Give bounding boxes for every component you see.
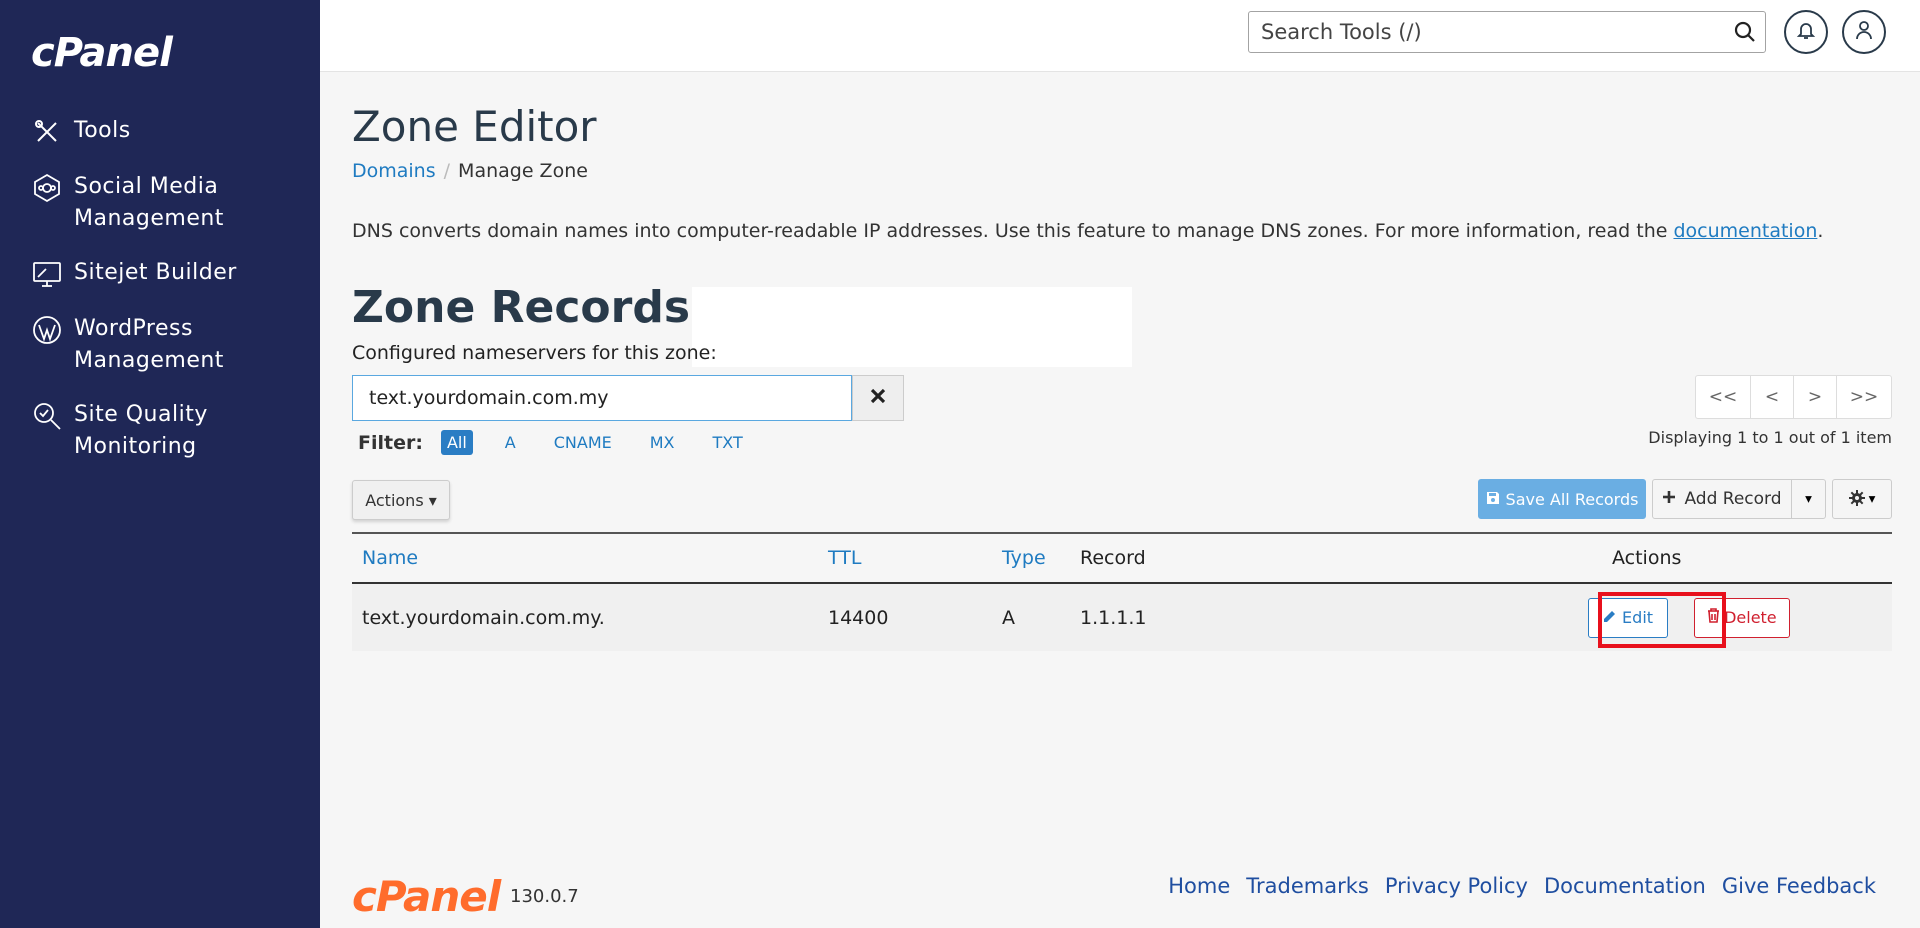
footer-link-trademarks[interactable]: Trademarks [1246, 874, 1369, 898]
tools-icon [30, 115, 64, 149]
add-record-type-dropdown[interactable]: ▾ [1792, 479, 1826, 519]
trash-icon [1707, 608, 1720, 627]
wordpress-icon [30, 313, 64, 347]
caret-down-icon: ▾ [1868, 491, 1876, 506]
add-record-button[interactable]: Add Record [1652, 479, 1792, 519]
sidebar-item-label: Site Quality Monitoring [74, 402, 208, 459]
bulk-actions-dropdown[interactable]: Actions ▾ [352, 480, 450, 520]
description-text: DNS converts domain names into computer-… [352, 220, 1674, 242]
footer-cpanel-logo: cPanel [352, 872, 501, 921]
plus-icon [1662, 489, 1676, 509]
table-header-row: Name TTL Type Record Actions [352, 532, 1892, 584]
record-ttl: 14400 [818, 583, 992, 651]
prev-page-button[interactable]: < [1750, 375, 1794, 419]
edit-label: Edit [1622, 608, 1654, 627]
nameservers-label: Configured nameservers for this zone: [352, 342, 717, 364]
record-actions: Edit Delete [1588, 583, 1892, 651]
record-name: text.yourdomain.com.my. [352, 583, 818, 651]
search-box [1248, 11, 1766, 53]
sitejet-icon [30, 257, 64, 291]
save-all-records-button[interactable]: Save All Records [1478, 479, 1646, 519]
filter-txt[interactable]: TXT [707, 430, 749, 455]
table-row: text.yourdomain.com.my. 14400 A 1.1.1.1 … [352, 583, 1892, 651]
breadcrumb-domains-link[interactable]: Domains [352, 160, 436, 182]
close-icon [870, 388, 886, 408]
caret-down-icon: ▾ [1805, 491, 1812, 506]
breadcrumb-current: Manage Zone [458, 160, 588, 182]
footer-link-home[interactable]: Home [1168, 874, 1230, 898]
zone-records-table: Name TTL Type Record Actions text.yourdo… [352, 532, 1892, 651]
save-all-label: Save All Records [1505, 489, 1639, 509]
column-type[interactable]: Type [992, 532, 1070, 584]
sidebar-item-tools[interactable]: Tools [30, 115, 310, 149]
site-quality-icon [30, 399, 64, 433]
column-ttl[interactable]: TTL [818, 532, 992, 584]
settings-dropdown[interactable]: ▾ [1832, 479, 1892, 519]
pagination: << < > >> [1695, 375, 1892, 419]
next-page-button[interactable]: > [1793, 375, 1837, 419]
topbar [320, 0, 1920, 72]
redacted-area [692, 287, 1132, 367]
user-menu-button[interactable] [1842, 10, 1886, 54]
page-description: DNS converts domain names into computer-… [352, 220, 1823, 242]
delete-label: Delete [1724, 608, 1777, 627]
filter-mx[interactable]: MX [644, 430, 681, 455]
bell-icon [1796, 20, 1816, 44]
search-input[interactable] [1249, 12, 1719, 52]
sidebar-item-label: WordPress Management [74, 316, 224, 373]
sidebar-item-social-media[interactable]: Social Media Management [30, 171, 310, 235]
actions-header-label: Actions [1612, 547, 1682, 569]
floppy-disk-icon [1486, 490, 1500, 509]
caret-down-icon: ▾ [428, 490, 437, 510]
sidebar-item-sitejet[interactable]: Sitejet Builder [30, 257, 310, 291]
footer-link-documentation[interactable]: Documentation [1544, 874, 1706, 898]
column-record: Record [1070, 532, 1610, 584]
sidebar-nav: Tools Social Media Management Sitejet Bu… [30, 115, 310, 485]
sidebar: cPanel Tools Social Media Management Sit… [0, 0, 320, 928]
sidebar-item-label: Tools [74, 118, 131, 143]
footer-links: Home Trademarks Privacy Policy Documenta… [1168, 874, 1876, 898]
sidebar-item-label: Social Media Management [74, 174, 224, 231]
first-page-button[interactable]: << [1695, 375, 1751, 419]
record-value: 1.1.1.1 [1070, 583, 1610, 651]
sidebar-item-wordpress[interactable]: WordPress Management [30, 313, 310, 377]
sidebar-item-label: Sitejet Builder [74, 260, 237, 285]
footer-link-privacy[interactable]: Privacy Policy [1385, 874, 1528, 898]
breadcrumb: Domains / Manage Zone [352, 160, 588, 182]
user-icon [1854, 20, 1874, 44]
column-actions: Actions [1610, 532, 1892, 584]
filter-label: Filter: [358, 431, 423, 454]
pencil-icon [1603, 608, 1616, 627]
sidebar-item-site-quality[interactable]: Site Quality Monitoring [30, 399, 310, 463]
breadcrumb-separator: / [443, 160, 451, 182]
search-icon[interactable] [1733, 20, 1759, 46]
gear-icon [1848, 489, 1865, 509]
edit-record-button[interactable]: Edit [1588, 597, 1669, 638]
clear-search-button[interactable] [852, 375, 904, 421]
page-title: Zone Editor [352, 102, 597, 151]
record-type: A [992, 583, 1070, 651]
footer-link-feedback[interactable]: Give Feedback [1722, 874, 1876, 898]
column-name[interactable]: Name [352, 532, 818, 584]
description-end: . [1817, 220, 1824, 242]
filter-all[interactable]: All [440, 430, 473, 455]
footer-version: 130.0.7 [510, 886, 579, 907]
documentation-link[interactable]: documentation [1673, 220, 1817, 242]
filter-a[interactable]: A [499, 430, 522, 455]
last-page-button[interactable]: >> [1836, 375, 1892, 419]
filter-cname[interactable]: CNAME [548, 430, 618, 455]
actions-label: Actions [365, 490, 424, 510]
record-toolbar: Save All Records Add Record ▾ ▾ [1478, 479, 1892, 519]
social-media-icon [30, 171, 64, 205]
type-filter: Filter: All A CNAME MX TXT [358, 430, 775, 455]
cpanel-logo[interactable]: cPanel [31, 30, 173, 76]
record-search-input[interactable]: text.yourdomain.com.my [352, 375, 852, 421]
add-record-label: Add Record [1684, 489, 1782, 509]
notifications-button[interactable] [1784, 10, 1828, 54]
pagination-info: Displaying 1 to 1 out of 1 item [1648, 428, 1892, 447]
delete-record-button[interactable]: Delete [1694, 597, 1790, 638]
